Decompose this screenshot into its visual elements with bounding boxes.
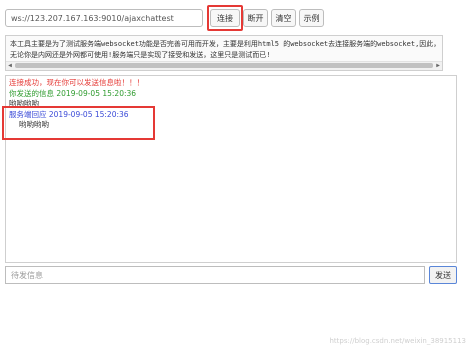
disconnect-button[interactable]: 断开 xyxy=(243,9,268,27)
description-line-2: 无论你是内网还是外网都可使用!服务端只是实现了接受和发送，这里只是测试而已! xyxy=(10,51,271,59)
scroll-left-icon[interactable]: ◀ xyxy=(6,62,14,70)
blog-watermark: https://blog.csdn.net/weixin_38915113 xyxy=(329,337,466,345)
connection-status-message: 连接成功，现在你可以发送信息啦！！！ xyxy=(9,78,144,87)
websocket-url-input[interactable] xyxy=(5,9,203,27)
message-input[interactable] xyxy=(5,266,425,284)
scrollbar-thumb[interactable] xyxy=(15,63,433,68)
send-button[interactable]: 发送 xyxy=(429,266,457,284)
tool-description: 本工具主要是为了测试服务端websocket功能是否完善可用而开发，主要是利用h… xyxy=(5,35,443,71)
description-line-1: 本工具主要是为了测试服务端websocket功能是否完善可用而开发，主要是利用h… xyxy=(10,40,438,48)
scroll-right-icon[interactable]: ▶ xyxy=(434,62,442,70)
connect-button[interactable]: 连接 xyxy=(210,9,240,27)
example-button[interactable]: 示例 xyxy=(299,9,324,27)
horizontal-scrollbar[interactable]: ◀ ▶ xyxy=(6,61,442,70)
sent-message-header: 你发送的信息 2019-09-05 15:20:36 xyxy=(9,88,137,98)
reply-highlight-box xyxy=(2,106,155,140)
clear-button[interactable]: 清空 xyxy=(271,9,296,27)
message-log: 连接成功，现在你可以发送信息啦！！！ 你发送的信息 2019-09-05 15:… xyxy=(5,75,457,263)
